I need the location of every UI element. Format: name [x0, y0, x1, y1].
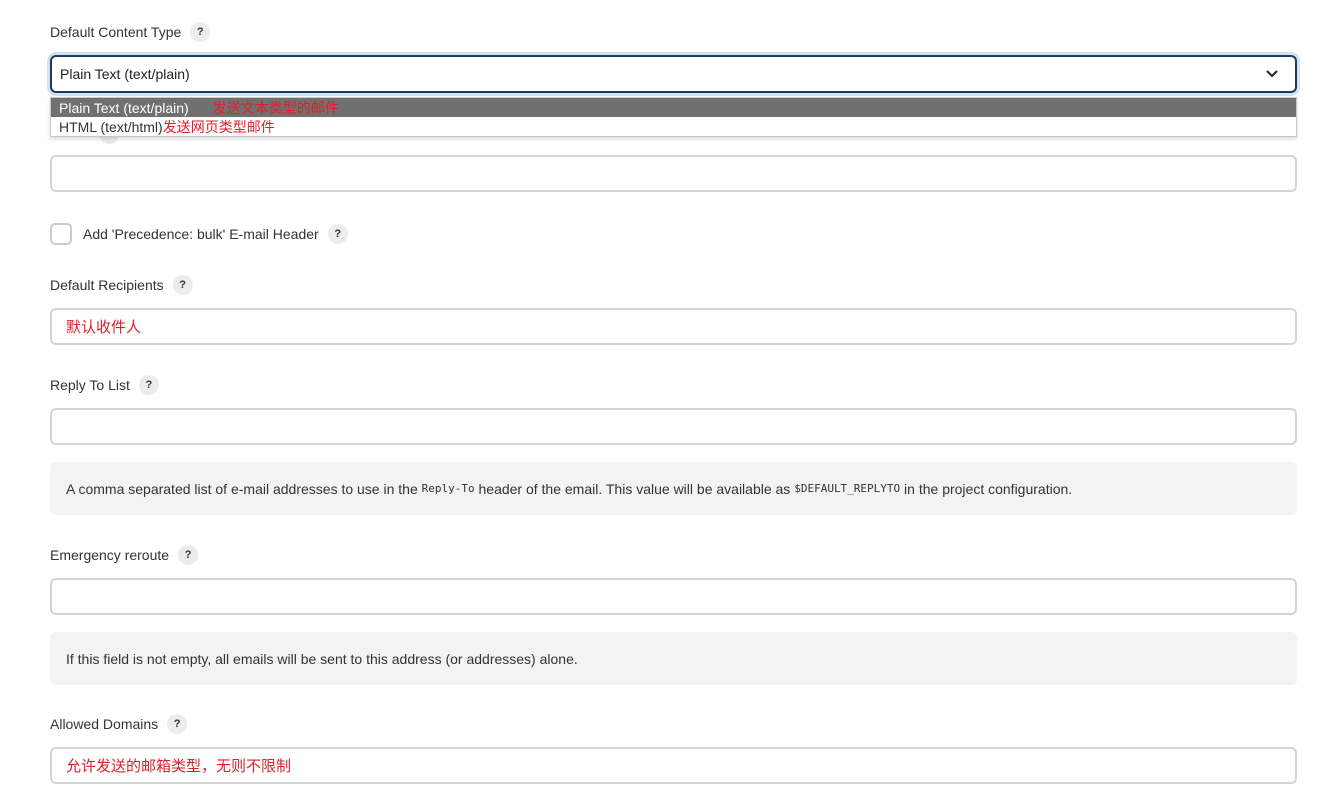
allowed-domains-label: Allowed Domains ? [50, 713, 188, 735]
help-icon[interactable]: ? [172, 275, 193, 295]
content-type-select[interactable]: Plain Text (text/plain) [50, 55, 1297, 93]
content-type-selected-value: Plain Text (text/plain) [60, 66, 190, 82]
emergency-reroute-label: Emergency reroute ? [50, 544, 199, 566]
reply-to-help-text: A comma separated list of e-mail address… [50, 462, 1297, 515]
help-icon[interactable]: ? [167, 714, 188, 734]
content-type-dropdown: Plain Text (text/plain) 发送文本类型的邮件 HTML (… [50, 97, 1297, 137]
help-icon[interactable]: ? [178, 545, 199, 565]
default-recipients-label: Default Recipients ? [50, 274, 193, 296]
text-field[interactable] [50, 155, 1297, 192]
dropdown-option-html[interactable]: HTML (text/html) 发送网页类型邮件 [51, 117, 1296, 136]
help-icon[interactable]: ? [327, 224, 348, 244]
content-type-label: Default Content Type ? [50, 21, 211, 43]
dropdown-option-plain-text[interactable]: Plain Text (text/plain) 发送文本类型的邮件 [51, 98, 1296, 117]
help-icon[interactable]: ? [190, 22, 211, 42]
help-icon[interactable]: ? [138, 375, 159, 395]
precedence-bulk-label: Add 'Precedence: bulk' E-mail Header [83, 226, 319, 242]
emergency-reroute-input[interactable] [50, 578, 1297, 615]
default-recipients-input[interactable]: 默认收件人 [50, 308, 1297, 345]
allowed-domains-input[interactable]: 允许发送的邮箱类型，无则不限制 [50, 747, 1297, 784]
precedence-bulk-option: Add 'Precedence: bulk' E-mail Header ? [50, 223, 348, 245]
default-recipients-value: 默认收件人 [66, 319, 142, 336]
precedence-bulk-checkbox[interactable] [50, 223, 72, 245]
allowed-domains-value: 允许发送的邮箱类型，无则不限制 [66, 758, 292, 775]
emergency-reroute-help-text: If this field is not empty, all emails w… [50, 632, 1297, 685]
reply-to-list-input[interactable] [50, 408, 1297, 445]
reply-to-list-label: Reply To List ? [50, 374, 159, 396]
content-type-label-text: Default Content Type [50, 24, 182, 40]
chevron-down-icon [1266, 70, 1278, 78]
